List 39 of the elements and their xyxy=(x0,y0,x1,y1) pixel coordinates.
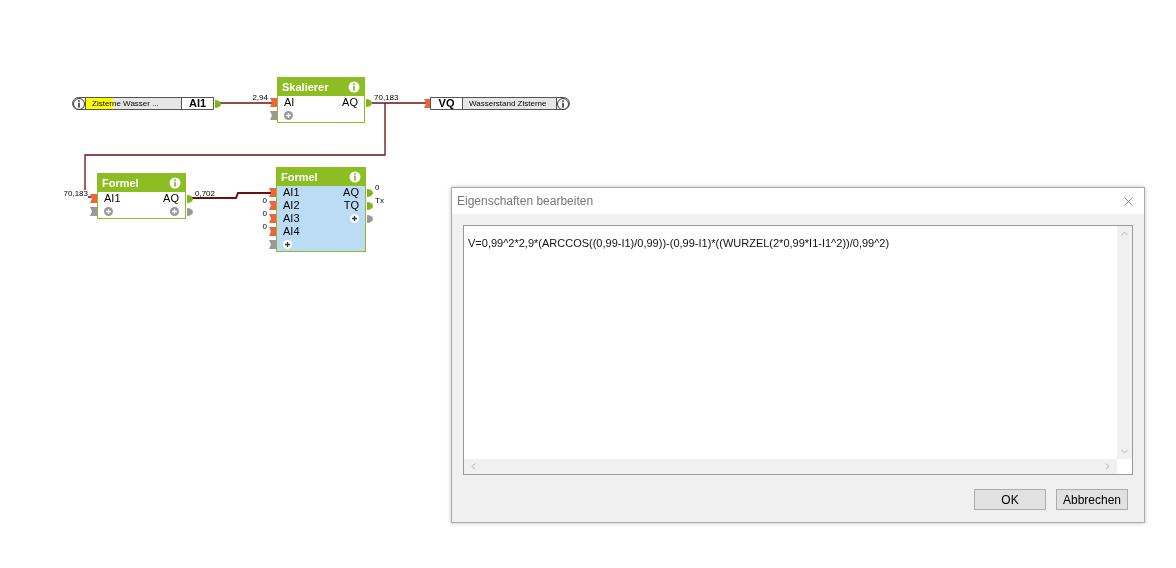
port-value: 0 xyxy=(262,223,267,231)
port-value: Tx xyxy=(375,197,384,205)
block-title: Skalierer xyxy=(282,81,329,93)
port-value: 0,702 xyxy=(195,190,216,198)
formula-field[interactable]: V=0,99^2*2,9*(ARCCOS((0,99-I1)/0,99))-(0,99-I1)*((WURZEL(2*0,99*I1-I1^2))/0,99^2) xyxy=(463,225,1133,475)
function-block[interactable]: Formel AI1 AQ AI2 TQ AI3 AI4 xyxy=(276,167,366,252)
channel-label: AI1 xyxy=(181,98,213,109)
input-label: AI2 xyxy=(283,200,300,211)
input-label: AI1 xyxy=(104,193,121,204)
dialog-button[interactable]: OK xyxy=(974,489,1046,510)
output-node[interactable]: VQ Wasserstand Zisterne xyxy=(430,97,570,110)
output-label: TQ xyxy=(343,200,359,211)
block-title: Formel xyxy=(102,177,139,189)
dialog-button[interactable]: Abbrechen xyxy=(1056,489,1128,510)
port-value: 0 xyxy=(375,184,380,192)
output-label: AQ xyxy=(163,193,179,204)
node-label: Wasserstand Zisterne xyxy=(463,98,557,109)
port-value: 70,183 xyxy=(63,190,88,198)
port-value: 0 xyxy=(262,210,267,218)
output-label: AQ xyxy=(342,97,358,108)
vertical-scrollbar[interactable] xyxy=(1117,226,1132,459)
info-icon[interactable] xyxy=(557,97,569,110)
output-port-icon[interactable] xyxy=(215,99,221,108)
input-label: AI xyxy=(284,97,295,108)
formula-text: V=0,99^2*2,9*(ARCCOS((0,99-I1)/0,99))-(0,99-I1)*((WURZEL(2*0,99*I1-I1^2))/0,99^2) xyxy=(468,237,890,249)
input-label: AI3 xyxy=(283,213,300,224)
input-label: AI1 xyxy=(283,187,300,198)
output-label: AQ xyxy=(343,187,359,198)
block-title: Formel xyxy=(281,171,318,183)
add-icon[interactable] xyxy=(350,214,359,223)
info-icon[interactable] xyxy=(73,97,85,110)
port-value: 0 xyxy=(262,197,267,205)
add-icon[interactable] xyxy=(283,240,292,249)
dialog-title: Eigenschaften bearbeiten xyxy=(457,193,594,210)
output-port-icon[interactable] xyxy=(366,98,372,107)
horizontal-scrollbar[interactable] xyxy=(464,459,1117,474)
port-value: 2,94 xyxy=(252,94,268,102)
input-label: AI4 xyxy=(283,226,300,237)
port-value: 70,183 xyxy=(374,94,399,102)
